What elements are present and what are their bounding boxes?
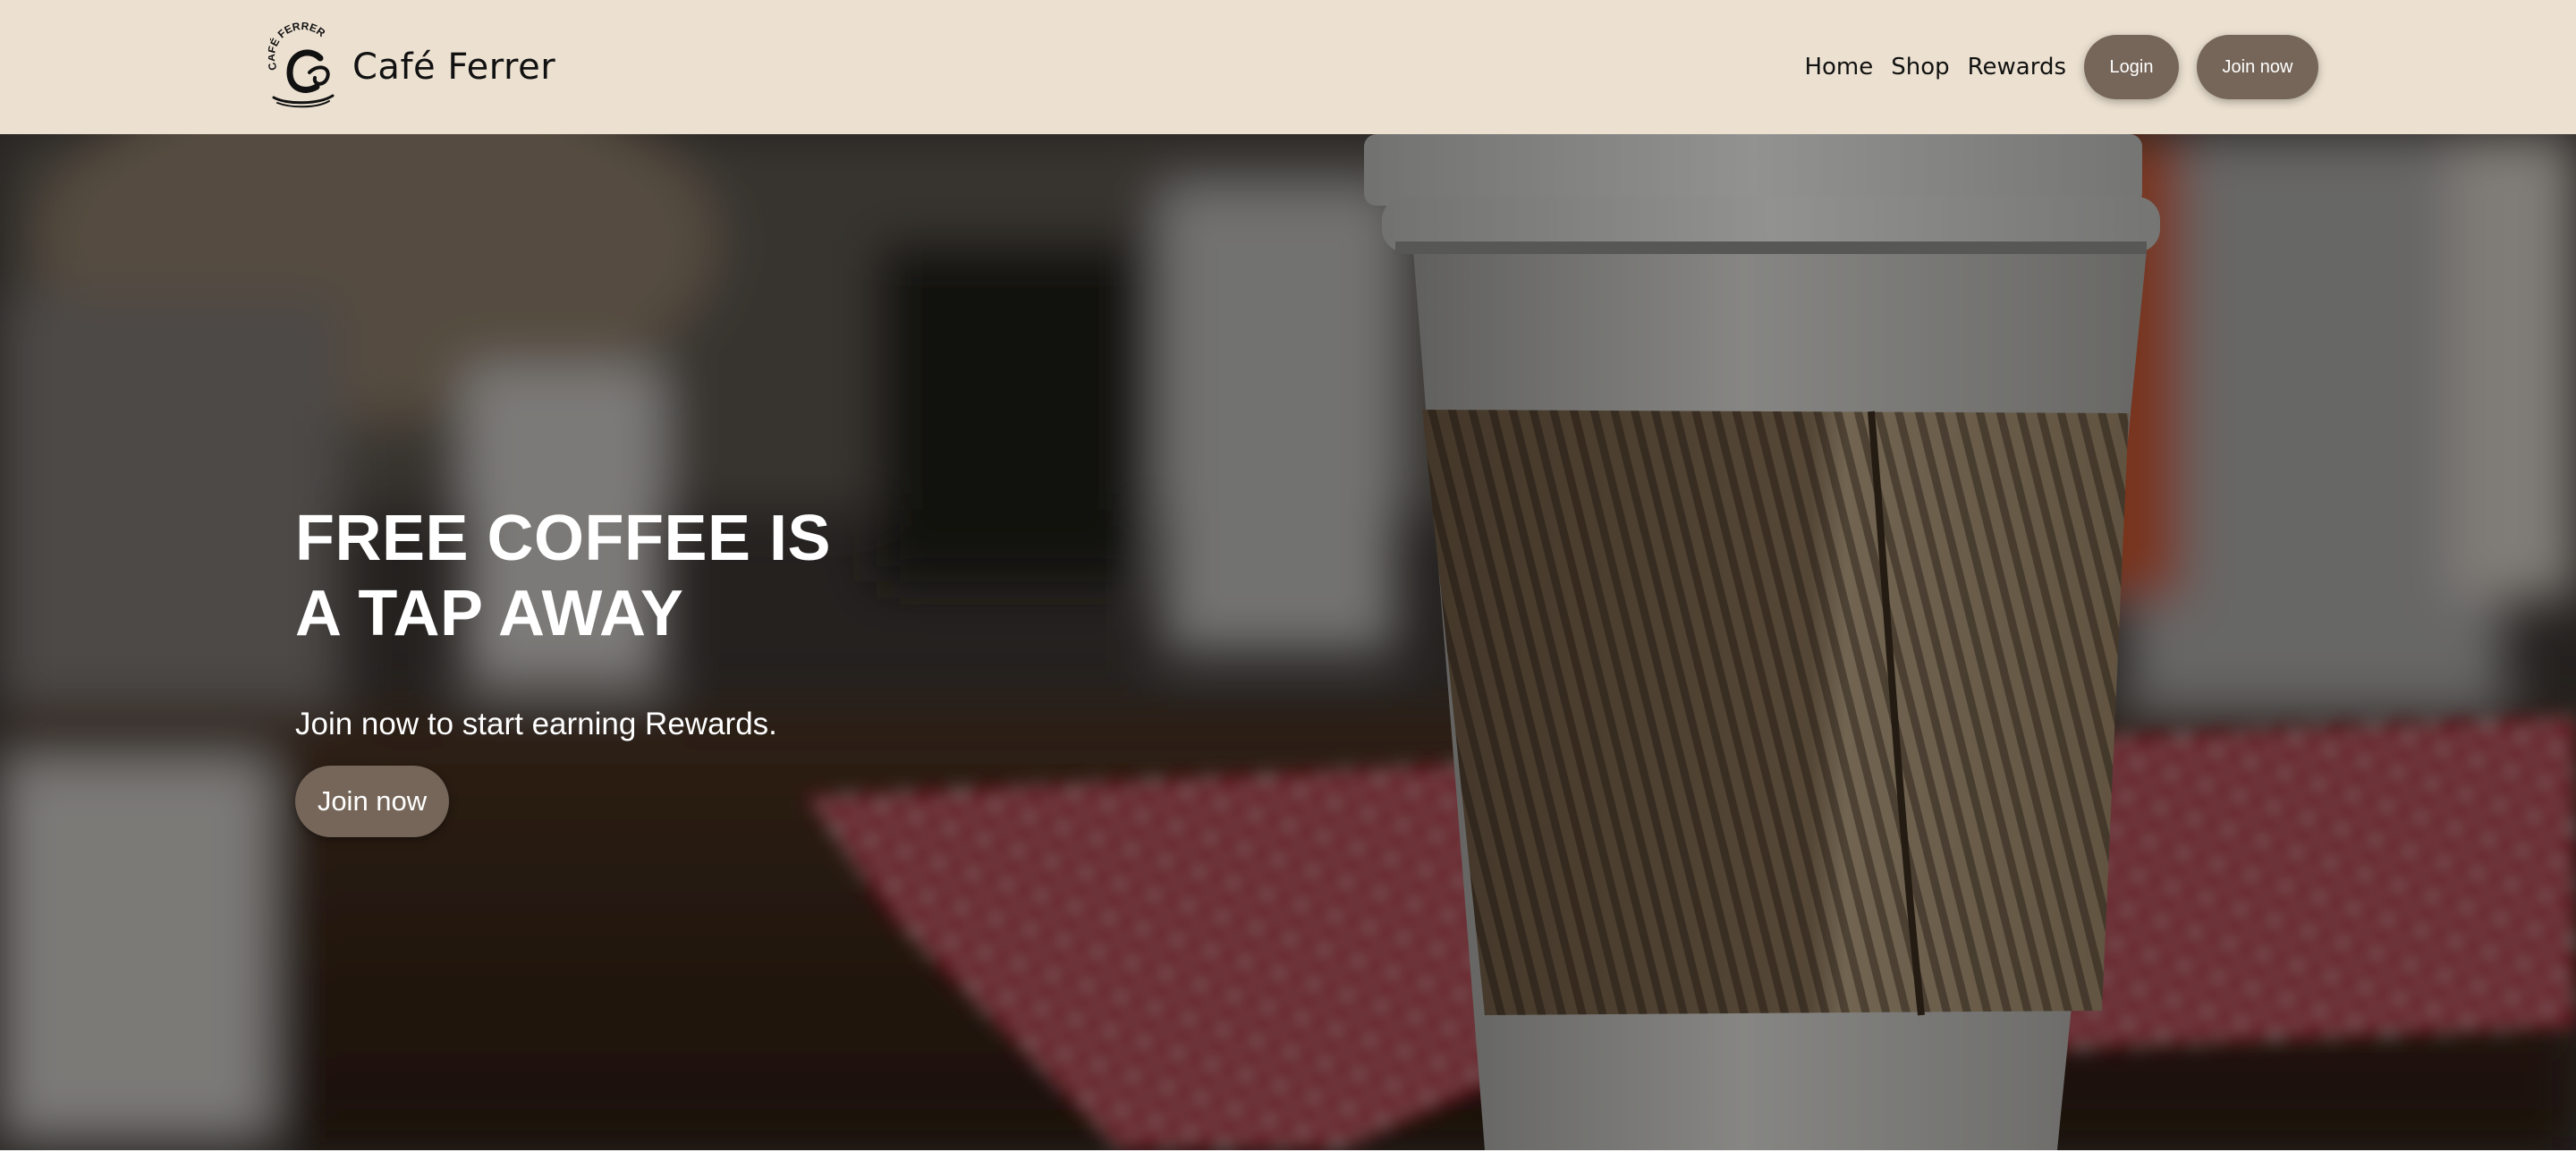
hero-section: FREE COFFEE IS A TAP AWAY Join now to st… <box>0 134 2576 1150</box>
hero-title: FREE COFFEE IS A TAP AWAY <box>295 501 831 651</box>
login-button[interactable]: Login <box>2084 35 2179 99</box>
hero-subtitle: Join now to start earning Rewards. <box>295 707 777 741</box>
hero-content: FREE COFFEE IS A TAP AWAY Join now to st… <box>295 501 831 837</box>
hero-title-line-2: A TAP AWAY <box>295 578 684 649</box>
svg-text:CAFÉ FERRER: CAFÉ FERRER <box>268 22 327 72</box>
site-header: CAFÉ FERRER Café Ferrer Home Shop Reward… <box>0 0 2576 134</box>
main-nav: Home Shop Rewards Login Join now <box>1804 34 2318 100</box>
nav-link-rewards[interactable]: Rewards <box>1968 54 2066 80</box>
nav-link-home[interactable]: Home <box>1804 54 1873 80</box>
hero-title-line-1: FREE COFFEE IS <box>295 503 832 574</box>
join-now-header-button[interactable]: Join now <box>2197 35 2318 99</box>
nav-link-shop[interactable]: Shop <box>1891 54 1949 80</box>
brand[interactable]: CAFÉ FERRER Café Ferrer <box>268 20 555 114</box>
coffee-cup-logo-icon[interactable]: CAFÉ FERRER <box>268 22 340 112</box>
join-now-hero-button[interactable]: Join now <box>295 766 449 837</box>
brand-name[interactable]: Café Ferrer <box>352 47 555 88</box>
